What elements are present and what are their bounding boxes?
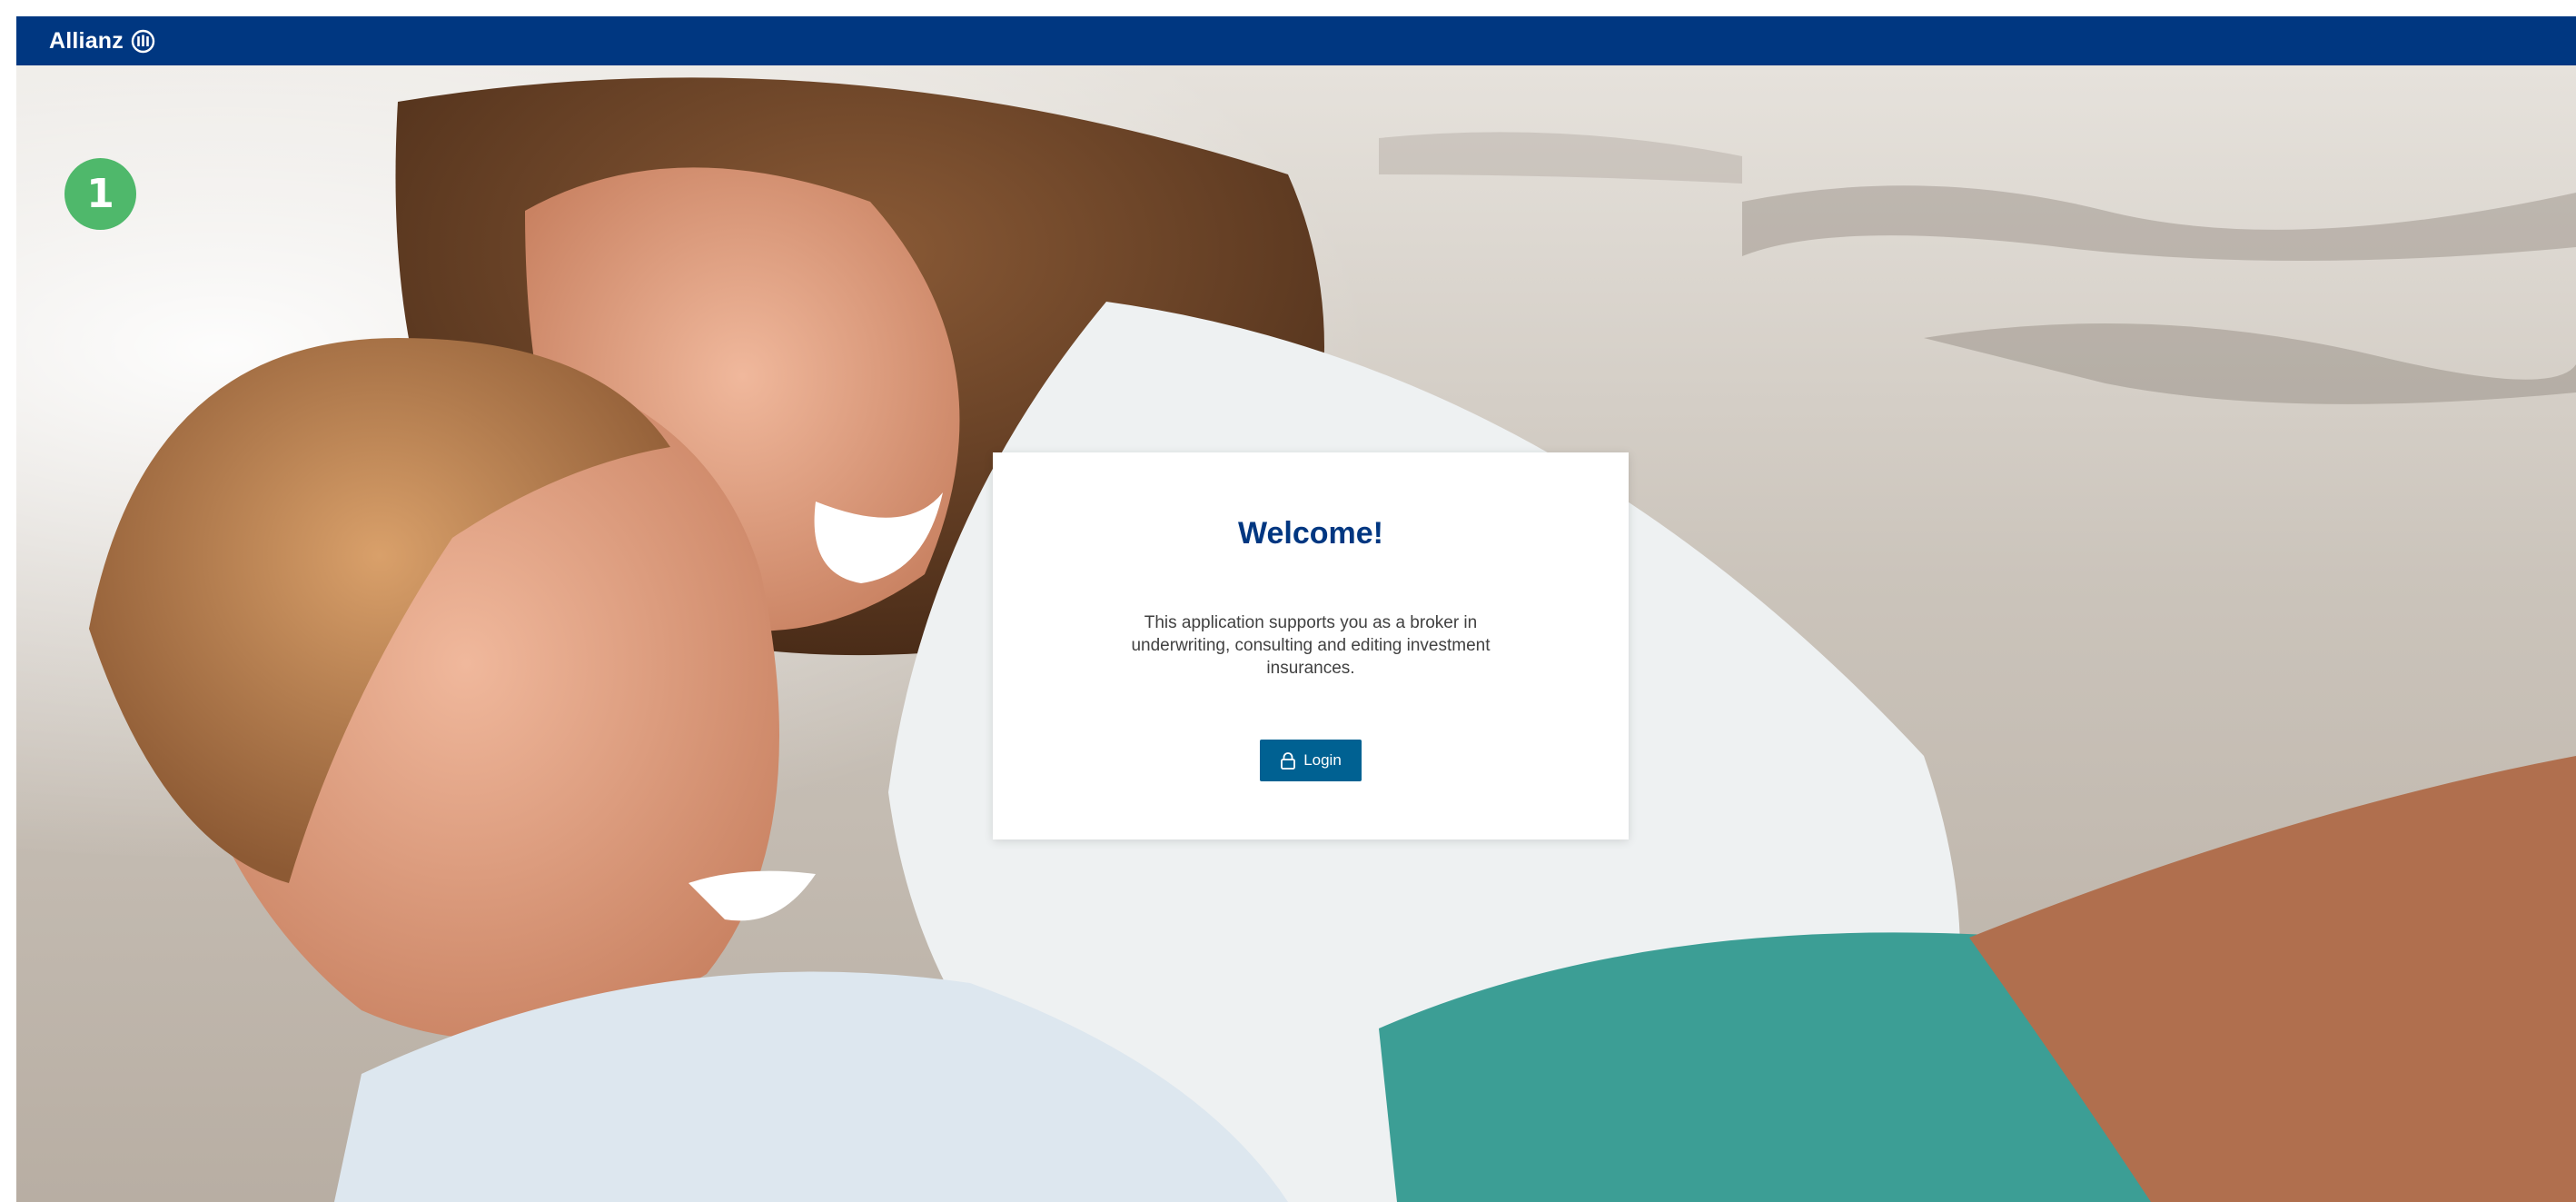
login-button[interactable]: Login	[1260, 740, 1362, 781]
welcome-title: Welcome!	[1238, 516, 1383, 551]
top-navigation-bar: Allianz	[16, 16, 2576, 65]
brand-name: Allianz	[49, 27, 124, 54]
allianz-eagle-icon	[131, 29, 155, 53]
welcome-description: This application supports you as a broke…	[1131, 613, 1491, 678]
lock-icon	[1281, 751, 1296, 770]
step-number-badge: 1	[64, 158, 136, 230]
welcome-card: Welcome! This application supports you a…	[993, 452, 1629, 839]
allianz-logo[interactable]: Allianz	[49, 28, 155, 55]
page: Allianz 1 Welcome! This application supp…	[16, 16, 2576, 1202]
login-label: Login	[1303, 751, 1342, 769]
